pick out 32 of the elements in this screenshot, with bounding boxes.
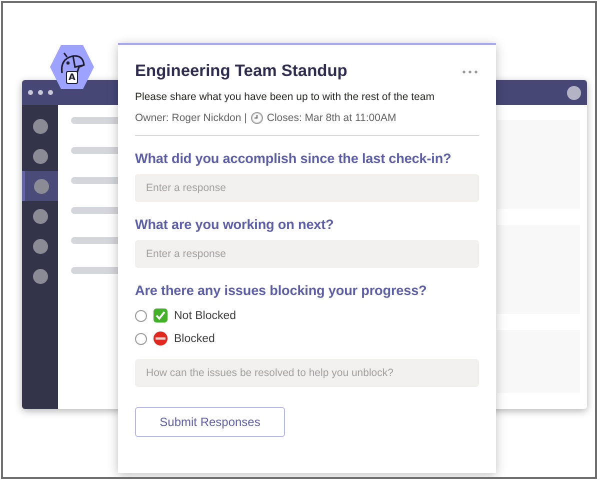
window-dot-icon: [28, 90, 33, 95]
card-description: Please share what you have been up to with the rest of the team: [135, 91, 436, 103]
placeholder-line: [71, 117, 121, 124]
response-field[interactable]: Enter a response: [135, 240, 479, 268]
question-label: What did you accomplish since the last check-in?: [135, 151, 452, 166]
more-options-icon[interactable]: [462, 70, 478, 74]
radio-button[interactable]: [135, 332, 147, 344]
question-label: Are there any issues blocking your progress?: [135, 283, 428, 298]
placeholder-line: [71, 267, 121, 274]
radio-button[interactable]: [135, 310, 147, 322]
placeholder-line: [71, 147, 121, 154]
clock-icon: [250, 112, 263, 124]
check-mark-icon: [153, 308, 168, 323]
window-dot-icon: [38, 90, 43, 95]
response-field[interactable]: Enter a response: [135, 174, 479, 202]
closing-time: Closes: Mar 8th at 11:00AM: [266, 112, 396, 124]
rail-item[interactable]: [22, 171, 58, 201]
option-label[interactable]: Blocked: [174, 332, 215, 344]
option-label[interactable]: Not Blocked: [174, 310, 236, 322]
placeholder-line: [71, 237, 121, 244]
placeholder-line: [71, 207, 121, 214]
response-field[interactable]: How can the issues be resolved to help you unblock?: [135, 359, 479, 387]
card-title: Engineering Team Standup: [135, 62, 348, 81]
question-label: What are you working on next?: [135, 217, 335, 232]
submit-button[interactable]: Submit Responses: [135, 407, 285, 437]
avatar-icon[interactable]: [567, 86, 581, 100]
badge-letter: A: [66, 71, 78, 84]
window-dot-icon: [48, 90, 53, 95]
placeholder-line: [71, 177, 121, 184]
parrot-icon: [49, 43, 95, 91]
no-entry-icon: [153, 331, 168, 346]
owner-text: Owner: Roger Nickdon |: [135, 112, 247, 124]
